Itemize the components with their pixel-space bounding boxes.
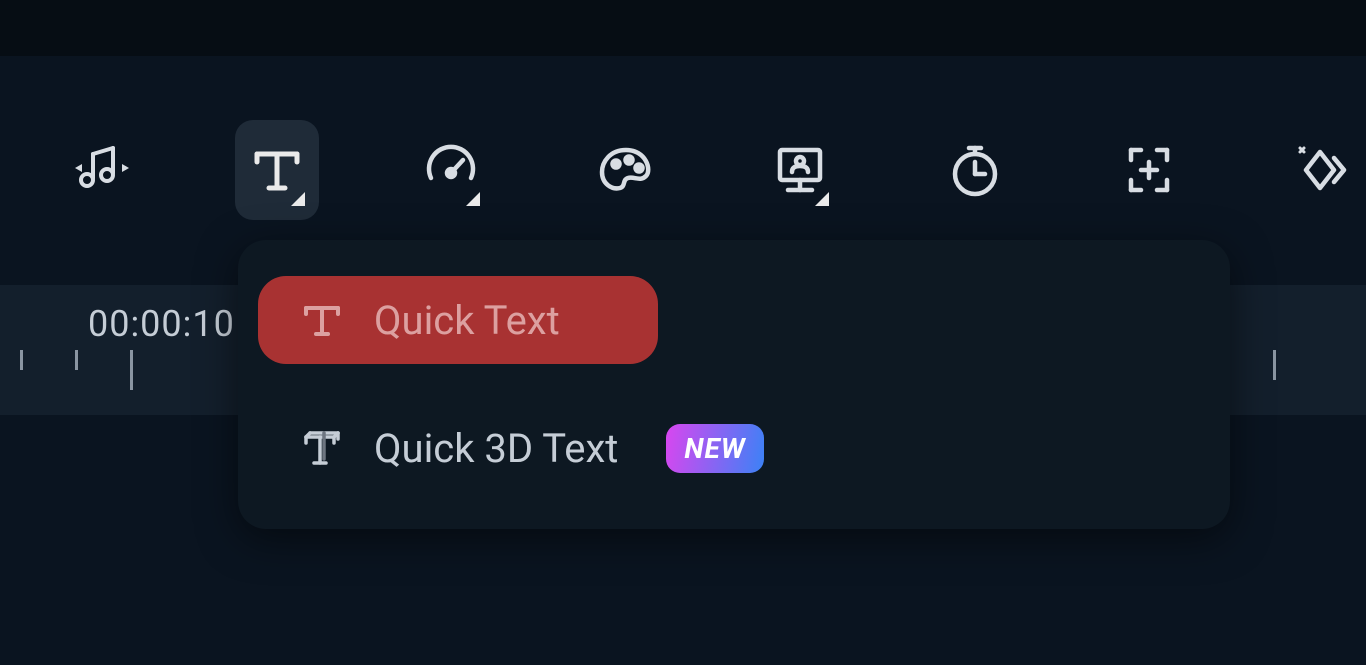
color-tool-button[interactable]	[584, 120, 669, 220]
text-tool-dropdown: Quick Text Quick 3D Text	[238, 240, 1230, 529]
tick-mark	[1273, 350, 1276, 380]
new-badge: NEW	[666, 424, 763, 473]
quick-text-menu-item[interactable]: Quick Text	[258, 276, 658, 364]
editor-toolbar	[0, 120, 1366, 220]
dropdown-indicator-icon	[815, 192, 829, 206]
spacer	[238, 364, 1230, 404]
titlebar-area	[0, 0, 1366, 56]
timeline-timestamp: 00:00:10	[88, 303, 235, 345]
tick-mark	[75, 350, 78, 370]
diamond-effects-icon	[1294, 140, 1354, 200]
main-toolbar-area	[0, 56, 1366, 220]
stopwatch-icon	[945, 140, 1005, 200]
effects-tool-button[interactable]	[1282, 120, 1366, 220]
text-icon	[247, 140, 307, 200]
dropdown-indicator-icon	[291, 192, 305, 206]
palette-icon	[596, 140, 656, 200]
marker-tool-button[interactable]	[1107, 120, 1192, 220]
quick-3d-text-menu-item[interactable]: Quick 3D Text NEW	[258, 404, 1210, 493]
pip-icon	[770, 140, 830, 200]
pip-tool-button[interactable]	[758, 120, 843, 220]
timeline-ticks	[20, 350, 185, 390]
audio-tool-button[interactable]	[60, 120, 145, 220]
text-3d-icon	[298, 425, 346, 473]
speed-icon	[421, 140, 481, 200]
menu-item-label: Quick 3D Text	[374, 425, 618, 472]
text-icon	[298, 296, 346, 344]
add-marker-icon	[1119, 140, 1179, 200]
speed-tool-button[interactable]	[409, 120, 494, 220]
audio-icon	[72, 140, 132, 200]
timer-tool-button[interactable]	[933, 120, 1018, 220]
text-tool-button[interactable]	[235, 120, 320, 220]
dropdown-indicator-icon	[466, 192, 480, 206]
tick-mark	[20, 350, 23, 370]
menu-item-label: Quick Text	[374, 297, 560, 344]
tick-mark	[130, 350, 133, 390]
